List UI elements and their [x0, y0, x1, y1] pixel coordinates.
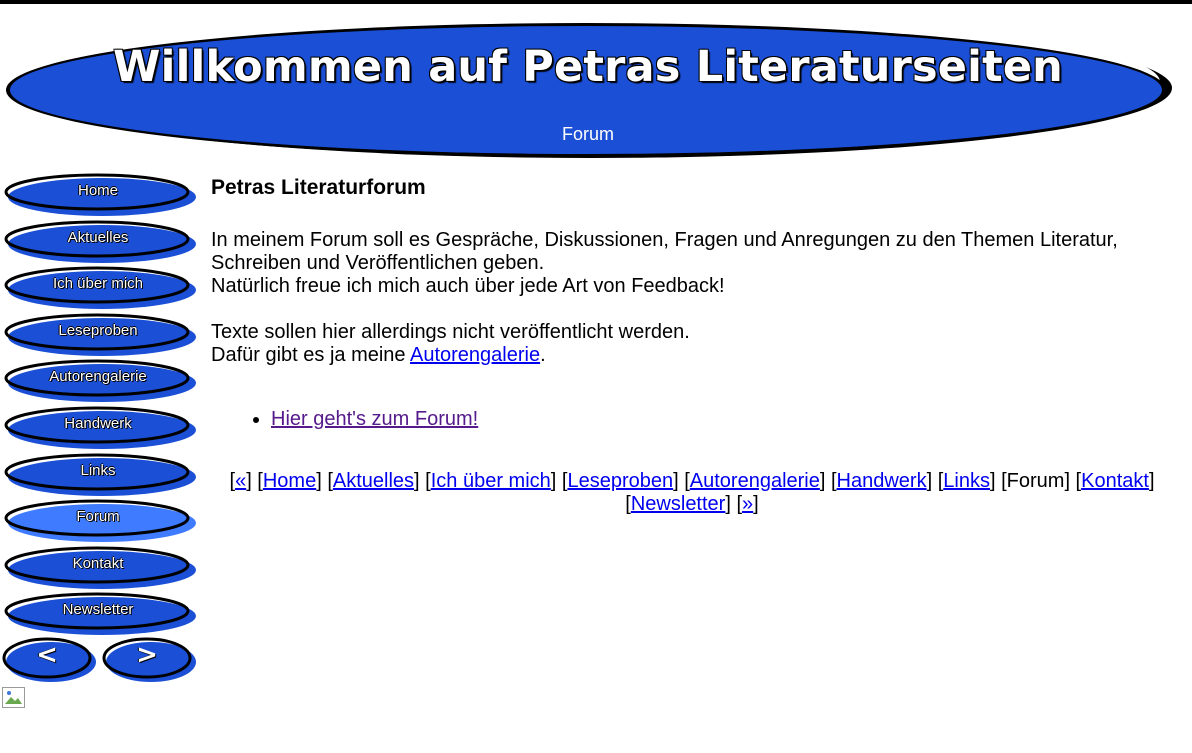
footer-prev-link[interactable]: «	[235, 470, 246, 492]
footer-link-leseproben[interactable]: Leseproben	[567, 470, 673, 492]
top-border	[0, 0, 1192, 4]
sidebar-item-label: Home	[77, 182, 118, 199]
forum-link[interactable]: Hier geht's zum Forum!	[271, 408, 478, 430]
sidebar-item-home[interactable]: Home	[2, 172, 196, 218]
sidebar-item-label: Aktuelles	[67, 229, 129, 246]
sidebar-item-aktuelles[interactable]: Aktuelles	[2, 219, 196, 265]
sidebar-item-autorengalerie[interactable]: Autorengalerie	[2, 358, 196, 404]
footer-nav: [«] [Home] [Aktuelles] [Ich über mich] […	[229, 470, 1155, 515]
notice-text: Texte sollen hier allerdings nicht veröf…	[211, 321, 690, 343]
sidebar-item-forum[interactable]: Forum	[2, 498, 196, 544]
main-content: Petras Literaturforum In meinem Forum so…	[211, 175, 1161, 431]
content-heading: Petras Literaturforum	[211, 176, 426, 199]
chevron-right-icon: >	[136, 640, 158, 670]
prev-page-button[interactable]: <	[2, 637, 98, 683]
page-subtitle: Forum	[561, 124, 614, 144]
sidebar-item-label: Leseproben	[58, 322, 138, 339]
footer-current-forum: Forum	[1006, 470, 1065, 492]
footer-link-autorengalerie[interactable]: Autorengalerie	[690, 470, 820, 492]
sidebar-item-newsletter[interactable]: Newsletter	[2, 591, 196, 637]
footer-link-kontakt[interactable]: Kontakt	[1081, 470, 1149, 492]
next-page-button[interactable]: >	[102, 637, 198, 683]
page-title: Willkommen auf Petras Literaturseiten	[113, 42, 1063, 92]
sidebar-item-label: Forum	[76, 508, 120, 525]
sidebar-item-leseproben[interactable]: Leseproben	[2, 312, 196, 358]
sidebar-item-label: Ich über mich	[52, 275, 144, 292]
footer-link-home[interactable]: Home	[263, 470, 316, 492]
sidebar-item-kontakt[interactable]: Kontakt	[2, 545, 196, 591]
intro-paragraph: In meinem Forum soll es Gespräche, Disku…	[211, 229, 1161, 298]
footer-link-newsletter[interactable]: Newsletter	[631, 493, 725, 515]
sidebar-item-links[interactable]: Links	[2, 452, 196, 498]
autorengalerie-link[interactable]: Autorengalerie	[410, 344, 540, 366]
sidebar-item-label: Kontakt	[72, 555, 124, 572]
sidebar-item-label: Links	[80, 462, 116, 479]
broken-image-icon	[2, 687, 25, 708]
header-banner: Willkommen auf Petras Literaturseiten Fo…	[0, 8, 1192, 164]
footer-link-handwerk[interactable]: Handwerk	[837, 470, 927, 492]
footer-link-links[interactable]: Links	[943, 470, 990, 492]
sidebar-item-handwerk[interactable]: Handwerk	[2, 405, 196, 451]
notice-suffix: .	[540, 344, 546, 366]
sidebar-item-label: Handwerk	[64, 415, 132, 432]
footer-next-link[interactable]: »	[742, 493, 753, 515]
feedback-text: Natürlich freue ich mich auch über jede …	[211, 275, 725, 297]
sidebar-item-ich-ueber-mich[interactable]: Ich über mich	[2, 265, 196, 311]
forum-link-list: Hier geht's zum Forum!	[211, 408, 1161, 431]
chevron-left-icon: <	[36, 640, 58, 670]
footer-link-aktuelles[interactable]: Aktuelles	[333, 470, 414, 492]
intro-text: In meinem Forum soll es Gespräche, Disku…	[211, 229, 1118, 274]
list-item: Hier geht's zum Forum!	[271, 408, 1161, 431]
notice-prefix: Dafür gibt es ja meine	[211, 344, 410, 366]
notice-paragraph: Texte sollen hier allerdings nicht veröf…	[211, 321, 1161, 367]
footer-link-ich-ueber-mich[interactable]: Ich über mich	[431, 470, 551, 492]
sidebar-item-label: Newsletter	[62, 601, 134, 618]
sidebar-item-label: Autorengalerie	[49, 368, 147, 385]
